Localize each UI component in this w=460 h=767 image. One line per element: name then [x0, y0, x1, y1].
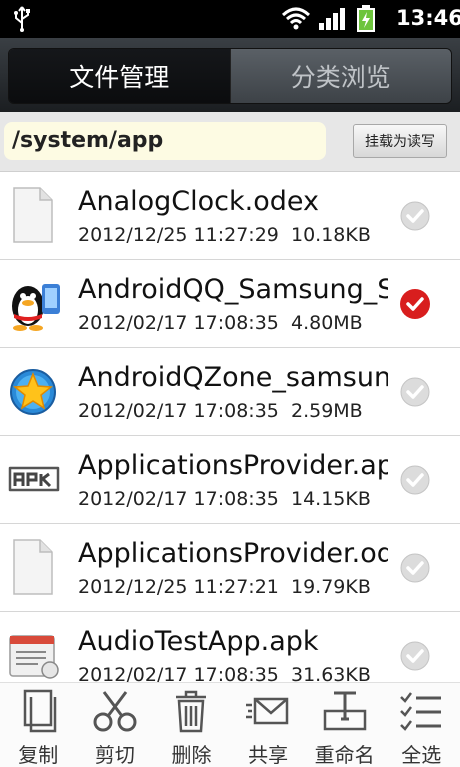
delete-button[interactable]: 删除: [153, 683, 230, 767]
file-date: 2012/12/25 11:27:29: [78, 224, 279, 246]
file-meta: 2012/02/17 17:08:35 14.15KB: [78, 488, 371, 510]
select-all-button[interactable]: 全选: [383, 683, 460, 767]
tab-label: 分类浏览: [290, 63, 391, 92]
tab-file-manager[interactable]: 文件管理: [9, 49, 230, 103]
list-item[interactable]: AnalogClock.odex 2012/12/25 11:27:29 10.…: [0, 172, 460, 260]
scissors-icon: [92, 689, 138, 733]
qq-penguin-icon: [8, 274, 60, 332]
file-name: AndroidQZone_samsung: [78, 362, 388, 393]
checkbox-unchecked-icon[interactable]: [399, 552, 431, 584]
file-size: 4.80MB: [290, 312, 363, 334]
file-meta: 2012/12/25 11:27:29 10.18KB: [78, 224, 371, 246]
cut-label: 剪切: [94, 743, 135, 767]
copy-button[interactable]: 复制: [0, 683, 77, 767]
file-date: 2012/02/17 17:08:35: [78, 400, 279, 422]
battery-charging-icon: [356, 5, 376, 37]
file-size: 31.63KB: [290, 664, 371, 682]
audio-app-icon: [8, 626, 59, 682]
file-name: ApplicationsProvider.ode: [78, 538, 388, 569]
current-path: /system/app: [4, 122, 326, 160]
file-date: 2012/02/17 17:08:35: [78, 664, 279, 682]
checkbox-checked-icon[interactable]: [399, 288, 431, 320]
list-item[interactable]: AndroidQQ_Samsung_Se 2012/02/17 17:08:35…: [0, 260, 460, 348]
file-date: 2012/12/25 11:27:21: [78, 576, 279, 598]
file-meta: 2012/02/17 17:08:35 4.80MB: [78, 312, 363, 334]
file-name: ApplicationsProvider.apk: [78, 450, 388, 481]
tab-bar: 文件管理 分类浏览: [0, 38, 460, 112]
path-bar: /system/app 挂载为读写: [0, 112, 460, 172]
tabs: 文件管理 分类浏览: [8, 48, 452, 104]
rename-label: 重命名: [314, 743, 375, 767]
document-icon: [8, 186, 58, 244]
list-item[interactable]: AndroidQZone_samsung 2012/02/17 17:08:35…: [0, 348, 460, 436]
mount-read-write-button[interactable]: 挂载为读写: [353, 124, 447, 158]
checkbox-unchecked-icon[interactable]: [399, 640, 431, 672]
rename-button[interactable]: 重命名: [306, 683, 383, 767]
file-meta: 2012/02/17 17:08:35 2.59MB: [78, 400, 363, 422]
tab-category-browse[interactable]: 分类浏览: [229, 49, 451, 103]
select-all-label: 全选: [401, 743, 442, 767]
list-item[interactable]: ApplicationsProvider.ode 2012/12/25 11:2…: [0, 524, 460, 612]
copy-label: 复制: [18, 743, 59, 767]
bottom-toolbar: 复制 剪切 删除 共享 重命名 全选: [0, 682, 460, 767]
tab-label: 文件管理: [69, 63, 170, 92]
rename-icon: [322, 689, 368, 733]
share-label: 共享: [248, 743, 289, 767]
file-meta: 2012/12/25 11:27:21 19.79KB: [78, 576, 371, 598]
status-bar: 13:46: [0, 0, 460, 38]
file-size: 10.18KB: [290, 224, 371, 246]
list-item[interactable]: ApplicationsProvider.apk 2012/02/17 17:0…: [0, 436, 460, 524]
trash-icon: [168, 689, 214, 733]
checkbox-unchecked-icon[interactable]: [399, 464, 431, 496]
file-size: 14.15KB: [290, 488, 371, 510]
wifi-icon: [281, 6, 311, 34]
checklist-icon: [398, 689, 444, 733]
file-list: AnalogClock.odex 2012/12/25 11:27:29 10.…: [0, 172, 460, 682]
usb-icon: [14, 6, 30, 36]
share-button[interactable]: 共享: [230, 683, 307, 767]
file-name: AudioTestApp.apk: [78, 626, 319, 657]
document-icon: [8, 538, 58, 596]
file-name: AnalogClock.odex: [78, 186, 319, 217]
signal-icon: [318, 7, 346, 35]
checkbox-unchecked-icon[interactable]: [399, 200, 431, 232]
cut-button[interactable]: 剪切: [77, 683, 154, 767]
copy-icon: [15, 689, 61, 733]
file-meta: 2012/02/17 17:08:35 31.63KB: [78, 664, 371, 682]
file-size: 19.79KB: [290, 576, 371, 598]
envelope-icon: [245, 689, 291, 733]
file-date: 2012/02/17 17:08:35: [78, 488, 279, 510]
checkbox-unchecked-icon[interactable]: [399, 376, 431, 408]
clock: 13:46: [396, 6, 460, 30]
file-name: AndroidQQ_Samsung_Se: [78, 274, 388, 305]
list-item[interactable]: AudioTestApp.apk 2012/02/17 17:08:35 31.…: [0, 612, 460, 682]
file-date: 2012/02/17 17:08:35: [78, 312, 279, 334]
apk-icon: [8, 450, 60, 508]
delete-label: 删除: [171, 743, 212, 767]
qzone-star-icon: [8, 362, 58, 420]
file-size: 2.59MB: [290, 400, 363, 422]
